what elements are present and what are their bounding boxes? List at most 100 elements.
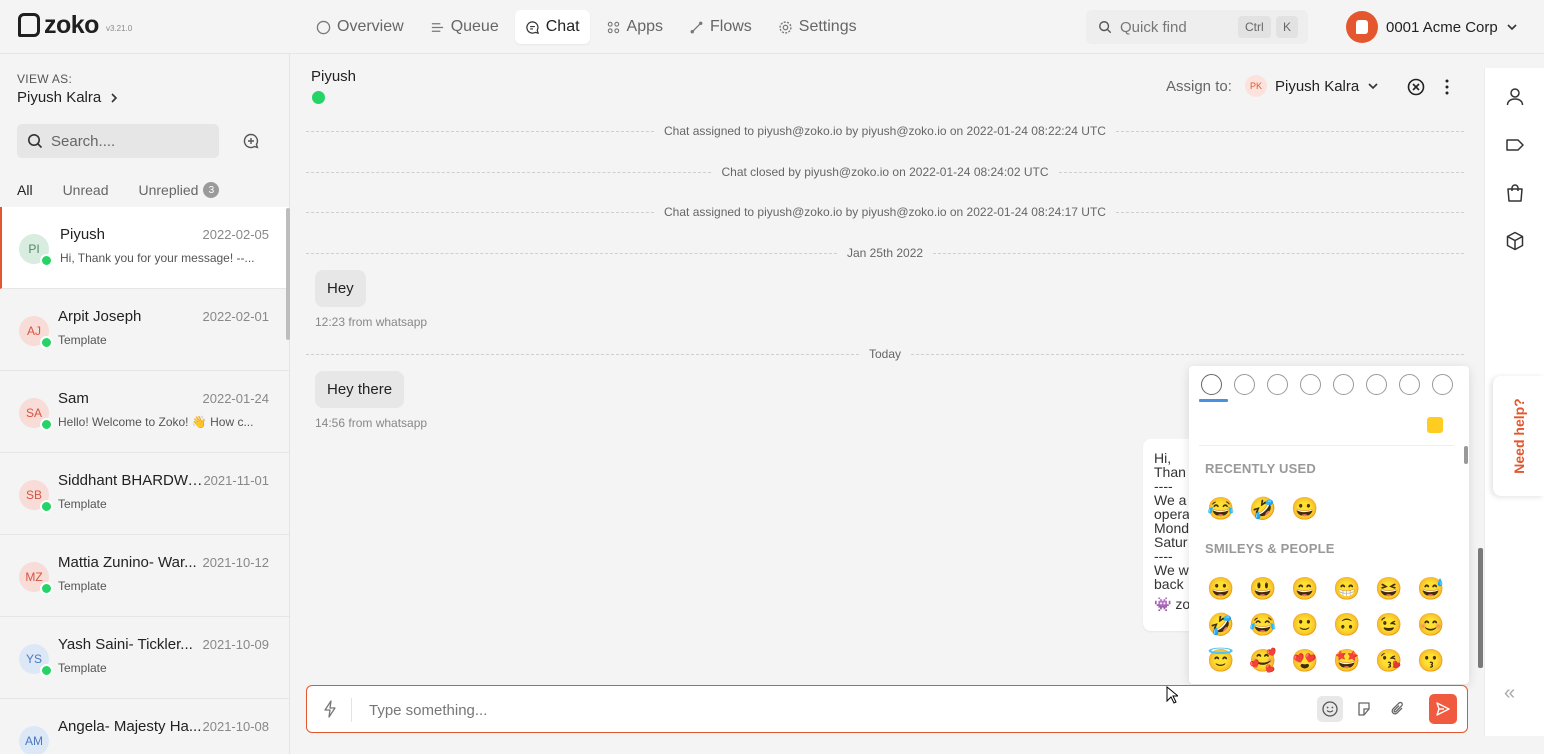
chat-filters: All Unread Unreplied 3 — [17, 182, 249, 198]
queue-icon — [431, 22, 443, 32]
date-divider: Jan 25th 2022 — [306, 246, 1464, 260]
assign-label: Assign to: — [1166, 78, 1232, 95]
assignee-dropdown[interactable]: PK Piyush Kalra — [1245, 75, 1379, 97]
emoji-item[interactable]: 😄 — [1291, 576, 1319, 602]
emoji-item[interactable]: 😍 — [1291, 648, 1319, 674]
incoming-message[interactable]: Hey there — [315, 371, 405, 408]
view-as-selector[interactable]: Piyush Kalra — [17, 89, 119, 106]
view-as-label: VIEW AS: — [17, 72, 73, 86]
filter-all[interactable]: All — [17, 182, 33, 198]
skin-tone-selector[interactable] — [1427, 417, 1443, 433]
chat-contact-name: Siddhant BHARDWA... — [58, 472, 206, 489]
emoji-category-tabs — [1201, 374, 1453, 395]
emoji-item[interactable]: 🙂 — [1291, 612, 1319, 638]
emoji-item[interactable]: 😂 — [1249, 612, 1277, 638]
emoji-button[interactable] — [1317, 696, 1343, 722]
places-tab-icon[interactable] — [1300, 374, 1321, 395]
emoji-item[interactable]: 🥰 — [1249, 648, 1277, 674]
search-input[interactable] — [51, 132, 201, 150]
sticker-button[interactable] — [1351, 696, 1377, 722]
smileys-tab-icon[interactable] — [1201, 374, 1222, 395]
chat-list-item[interactable]: PI Piyush 2022-02-05 Hi, Thank you for y… — [0, 207, 289, 289]
avatar: PI — [19, 234, 53, 267]
close-chat-button[interactable] — [1406, 77, 1426, 97]
chat-list-item[interactable]: YS Yash Saini- Tickler... 2021-10-09 Tem… — [0, 617, 289, 699]
message-meta: 14:56 from whatsapp — [315, 416, 428, 430]
user-icon[interactable] — [1504, 86, 1526, 108]
whatsapp-icon — [40, 418, 53, 431]
nav-flows[interactable]: Flows — [679, 10, 762, 44]
chat-list-item[interactable]: MZ Mattia Zunino- War... 2021-10-12 Temp… — [0, 535, 289, 617]
emoji-item[interactable]: 😆 — [1375, 576, 1403, 602]
view-as-name: Piyush Kalra — [17, 89, 102, 106]
need-help-tab[interactable]: Need help? — [1493, 376, 1544, 496]
chat-contact-name: Sam — [58, 390, 89, 407]
nav-label: Overview — [337, 18, 404, 35]
send-icon — [1436, 702, 1450, 716]
send-button[interactable] — [1429, 694, 1457, 724]
filter-unreplied[interactable]: Unreplied 3 — [138, 182, 220, 198]
emoji-item[interactable]: 🤣 — [1207, 612, 1235, 638]
emoji-item[interactable]: 😇 — [1207, 648, 1235, 674]
lightning-icon — [324, 700, 336, 718]
avatar-initials: MZ — [25, 570, 43, 584]
more-options-button[interactable] — [1440, 77, 1454, 97]
shopping-bag-icon[interactable] — [1504, 182, 1526, 204]
emoji-item[interactable]: 😊 — [1417, 612, 1445, 638]
nav-overview[interactable]: Overview — [306, 10, 414, 44]
emoji-item[interactable]: 😃 — [1249, 576, 1277, 602]
travel-tab-icon[interactable] — [1267, 374, 1288, 395]
chat-list-item[interactable]: AJ Arpit Joseph 2022-02-01 Template — [0, 289, 289, 371]
new-chat-icon — [243, 133, 259, 149]
chat-list-panel: VIEW AS: Piyush Kalra All Unread Unrepli… — [0, 54, 290, 754]
emoji-item[interactable]: 😉 — [1375, 612, 1403, 638]
emoji-item[interactable]: 😅 — [1417, 576, 1445, 602]
emoji-item[interactable]: 😘 — [1375, 648, 1403, 674]
account-switcher[interactable]: 0001 Acme Corp — [1346, 11, 1518, 43]
message-input[interactable] — [369, 698, 1269, 722]
emoji-item[interactable]: 😀 — [1207, 576, 1235, 602]
emoji-item[interactable]: 🤣 — [1249, 496, 1277, 522]
chat-preview: Template — [58, 579, 107, 593]
chat-list-scrollbar[interactable] — [286, 208, 290, 340]
chat-contact-name: Mattia Zunino- War... — [58, 554, 197, 571]
attach-button[interactable] — [1385, 696, 1411, 722]
objects-tab-icon[interactable] — [1366, 374, 1387, 395]
chat-contact-name: Piyush — [60, 226, 106, 243]
box-icon[interactable] — [1504, 230, 1526, 252]
emoji-item[interactable]: 😁 — [1333, 576, 1361, 602]
whatsapp-icon — [40, 336, 53, 349]
symbols-tab-icon[interactable] — [1399, 374, 1420, 395]
new-chat-button[interactable] — [236, 126, 266, 156]
more-vertical-icon — [1445, 79, 1449, 95]
nav-apps[interactable]: Apps — [596, 10, 673, 44]
system-message: Chat closed by piyush@zoko.io on 2022-01… — [306, 165, 1464, 179]
chat-list-item[interactable]: SA Sam 2022-01-24 Hello! Welcome to Zoko… — [0, 371, 289, 453]
emoji-item[interactable]: 😗 — [1417, 648, 1445, 674]
emoji-picker-scrollbar[interactable] — [1464, 446, 1468, 464]
filter-unread[interactable]: Unread — [63, 182, 109, 198]
account-name: 0001 Acme Corp — [1386, 18, 1498, 36]
chat-list-item[interactable]: SB Siddhant BHARDWA... 2021-11-01 Templa… — [0, 453, 289, 535]
emoji-item[interactable]: 😂 — [1207, 496, 1235, 522]
collapse-panel-button[interactable]: « — [1504, 682, 1515, 705]
chat-bubble-icon — [526, 20, 539, 34]
emoji-search-area[interactable] — [1199, 406, 1454, 446]
activity-tab-icon[interactable] — [1333, 374, 1354, 395]
quick-find[interactable]: Quick find Ctrl K — [1086, 10, 1308, 44]
nav-chat[interactable]: Chat — [514, 10, 590, 44]
tag-icon[interactable] — [1504, 134, 1526, 156]
food-tab-icon[interactable] — [1234, 374, 1255, 395]
nav-settings[interactable]: Settings — [768, 10, 867, 44]
quick-reply-button[interactable] — [321, 699, 339, 719]
incoming-message[interactable]: Hey — [315, 270, 366, 307]
emoji-item[interactable]: 🤩 — [1333, 648, 1361, 674]
flags-tab-icon[interactable] — [1432, 374, 1453, 395]
emoji-item[interactable]: 😀 — [1291, 496, 1319, 522]
whatsapp-icon — [312, 91, 325, 104]
nav-queue[interactable]: Queue — [420, 10, 509, 44]
zoko-logo[interactable]: zoko v3.21.0 — [18, 13, 132, 38]
conversation-scrollbar[interactable] — [1478, 548, 1483, 668]
chat-list-item[interactable]: AM Angela- Majesty Ha... 2021-10-08 — [0, 699, 289, 754]
emoji-item[interactable]: 🙃 — [1333, 612, 1361, 638]
